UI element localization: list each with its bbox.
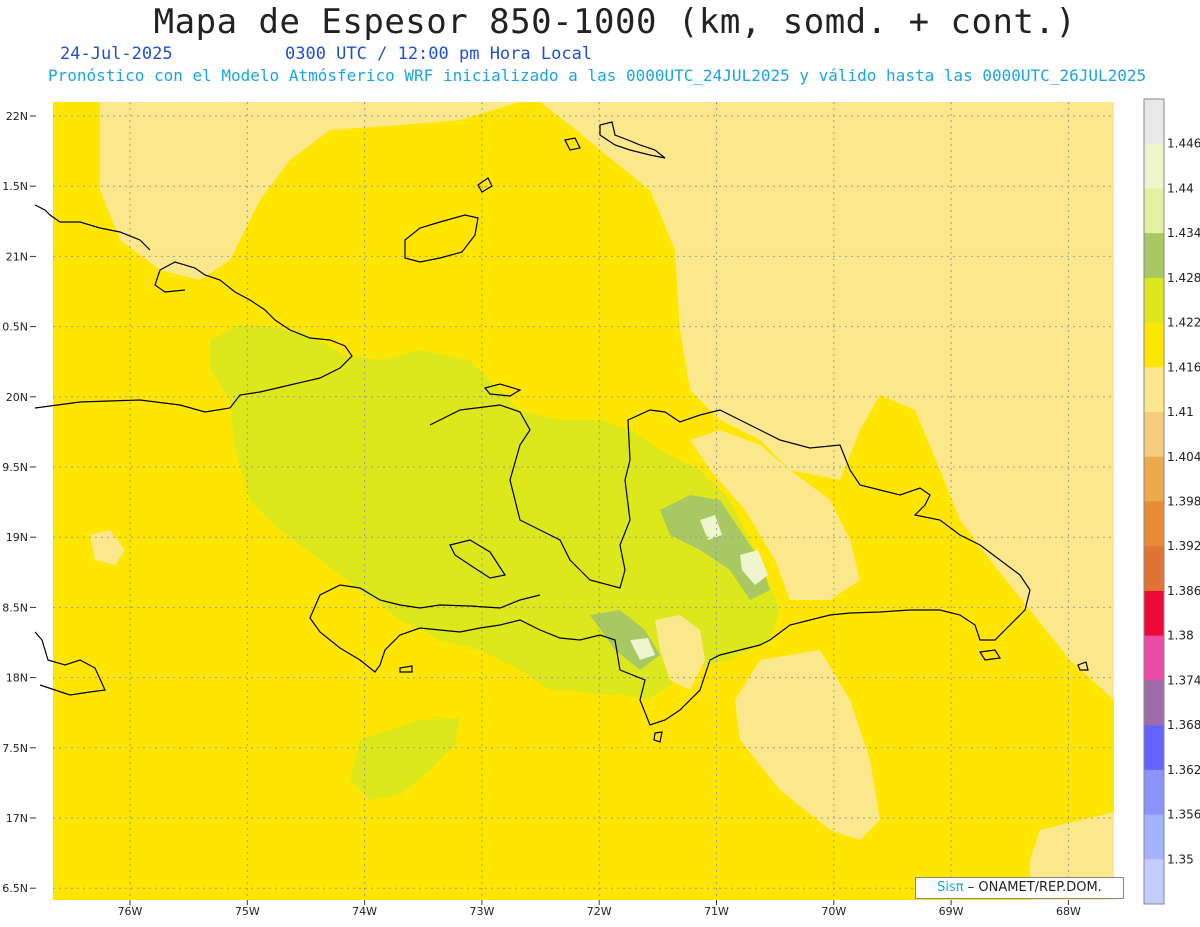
lon-label: 70W: [821, 905, 846, 918]
colorbar-swatch: [1144, 725, 1164, 771]
colorbar-swatch: [1144, 188, 1164, 234]
colorbar-swatch: [1144, 635, 1164, 681]
colorbar-label: 1.35: [1167, 852, 1194, 866]
lat-label: 6.5N: [2, 882, 28, 895]
colorbar-label: 1.44: [1167, 181, 1194, 195]
colorbar-label: 1.356: [1167, 808, 1200, 822]
colorbar-label: 1.434: [1167, 226, 1200, 240]
colorbar-label: 1.428: [1167, 271, 1200, 285]
colorbar-swatch: [1144, 769, 1164, 816]
colorbar-swatch: [1144, 322, 1164, 368]
colorbar-label: 1.398: [1167, 495, 1200, 509]
lat-label: 9.5N: [2, 461, 28, 474]
lat-label: 21N: [6, 250, 28, 263]
lon-label: 71W: [704, 905, 729, 918]
lat-label: 17N: [6, 812, 28, 825]
lon-label: 75W: [235, 905, 260, 918]
colorbar-swatch: [1144, 546, 1164, 592]
lat-label: 8.5N: [2, 601, 28, 614]
lat-label: 0.5N: [2, 321, 28, 334]
lat-label: 20N: [6, 391, 28, 404]
colorbar-swatch: [1144, 590, 1164, 637]
colorbar-swatch: [1144, 859, 1164, 905]
colorbar-swatch: [1144, 367, 1164, 413]
colorbar-label: 1.422: [1167, 316, 1200, 330]
lat-label: 19N: [6, 531, 28, 544]
colorbar-label: 1.374: [1167, 673, 1200, 687]
colorbar-label: 1.368: [1167, 718, 1200, 732]
colorbar-swatch: [1144, 233, 1164, 279]
colorbar-swatch: [1144, 814, 1164, 860]
colorbar-swatch: [1144, 143, 1164, 189]
colorbar-label: 1.446: [1167, 137, 1200, 151]
thickness-map: 22N 1.5N 21N 0.5N 20N 9.5N 19N 8.5N 18N 7.5N 17N 6.…: [2, 98, 1200, 918]
colorbar-swatch: [1144, 456, 1164, 502]
lon-label: 68W: [1056, 905, 1081, 918]
colorbar-label: 1.416: [1167, 360, 1200, 374]
colorbar-label: 1.38: [1167, 629, 1194, 643]
latitude-labels: 22N 1.5N 21N 0.5N 20N 9.5N 19N 8.5N 18N 7.5N 17N 6.…: [2, 110, 36, 895]
lon-label: 69W: [939, 905, 964, 918]
colorbar-swatch: [1144, 277, 1164, 324]
lon-label: 76W: [118, 905, 143, 918]
colorbar-swatch: [1144, 99, 1164, 145]
lat-label: 22N: [6, 110, 28, 123]
credit-box: Sisπ – ONAMET/REP.DOM.: [915, 877, 1124, 899]
colorbar-label: 1.362: [1167, 763, 1200, 777]
colorbar-label: 1.41: [1167, 405, 1194, 419]
colorbar-label: 1.404: [1167, 450, 1200, 464]
lon-label: 73W: [469, 905, 494, 918]
colorbar-label: 1.386: [1167, 584, 1200, 598]
lat-label: 7.5N: [2, 742, 28, 755]
colorbar-swatch: [1144, 412, 1164, 458]
sispi-logo: Sisπ: [937, 880, 964, 895]
lat-label: 18N: [6, 672, 28, 685]
credit-text: – ONAMET/REP.DOM.: [967, 880, 1102, 895]
colorbar: 1.446 1.44 1.434 1.428 1.422 1.416 1.41 1.404 1.…: [1143, 98, 1200, 905]
colorbar-label: 1.392: [1167, 539, 1200, 553]
lon-label: 72W: [587, 905, 612, 918]
lat-label: 1.5N: [2, 180, 28, 193]
longitude-labels: 76W 75W 74W 73W 72W 71W 70W 69W 68W: [118, 900, 1081, 918]
colorbar-swatch: [1144, 501, 1164, 547]
colorbar-swatch: [1144, 680, 1164, 726]
lon-label: 74W: [352, 905, 377, 918]
